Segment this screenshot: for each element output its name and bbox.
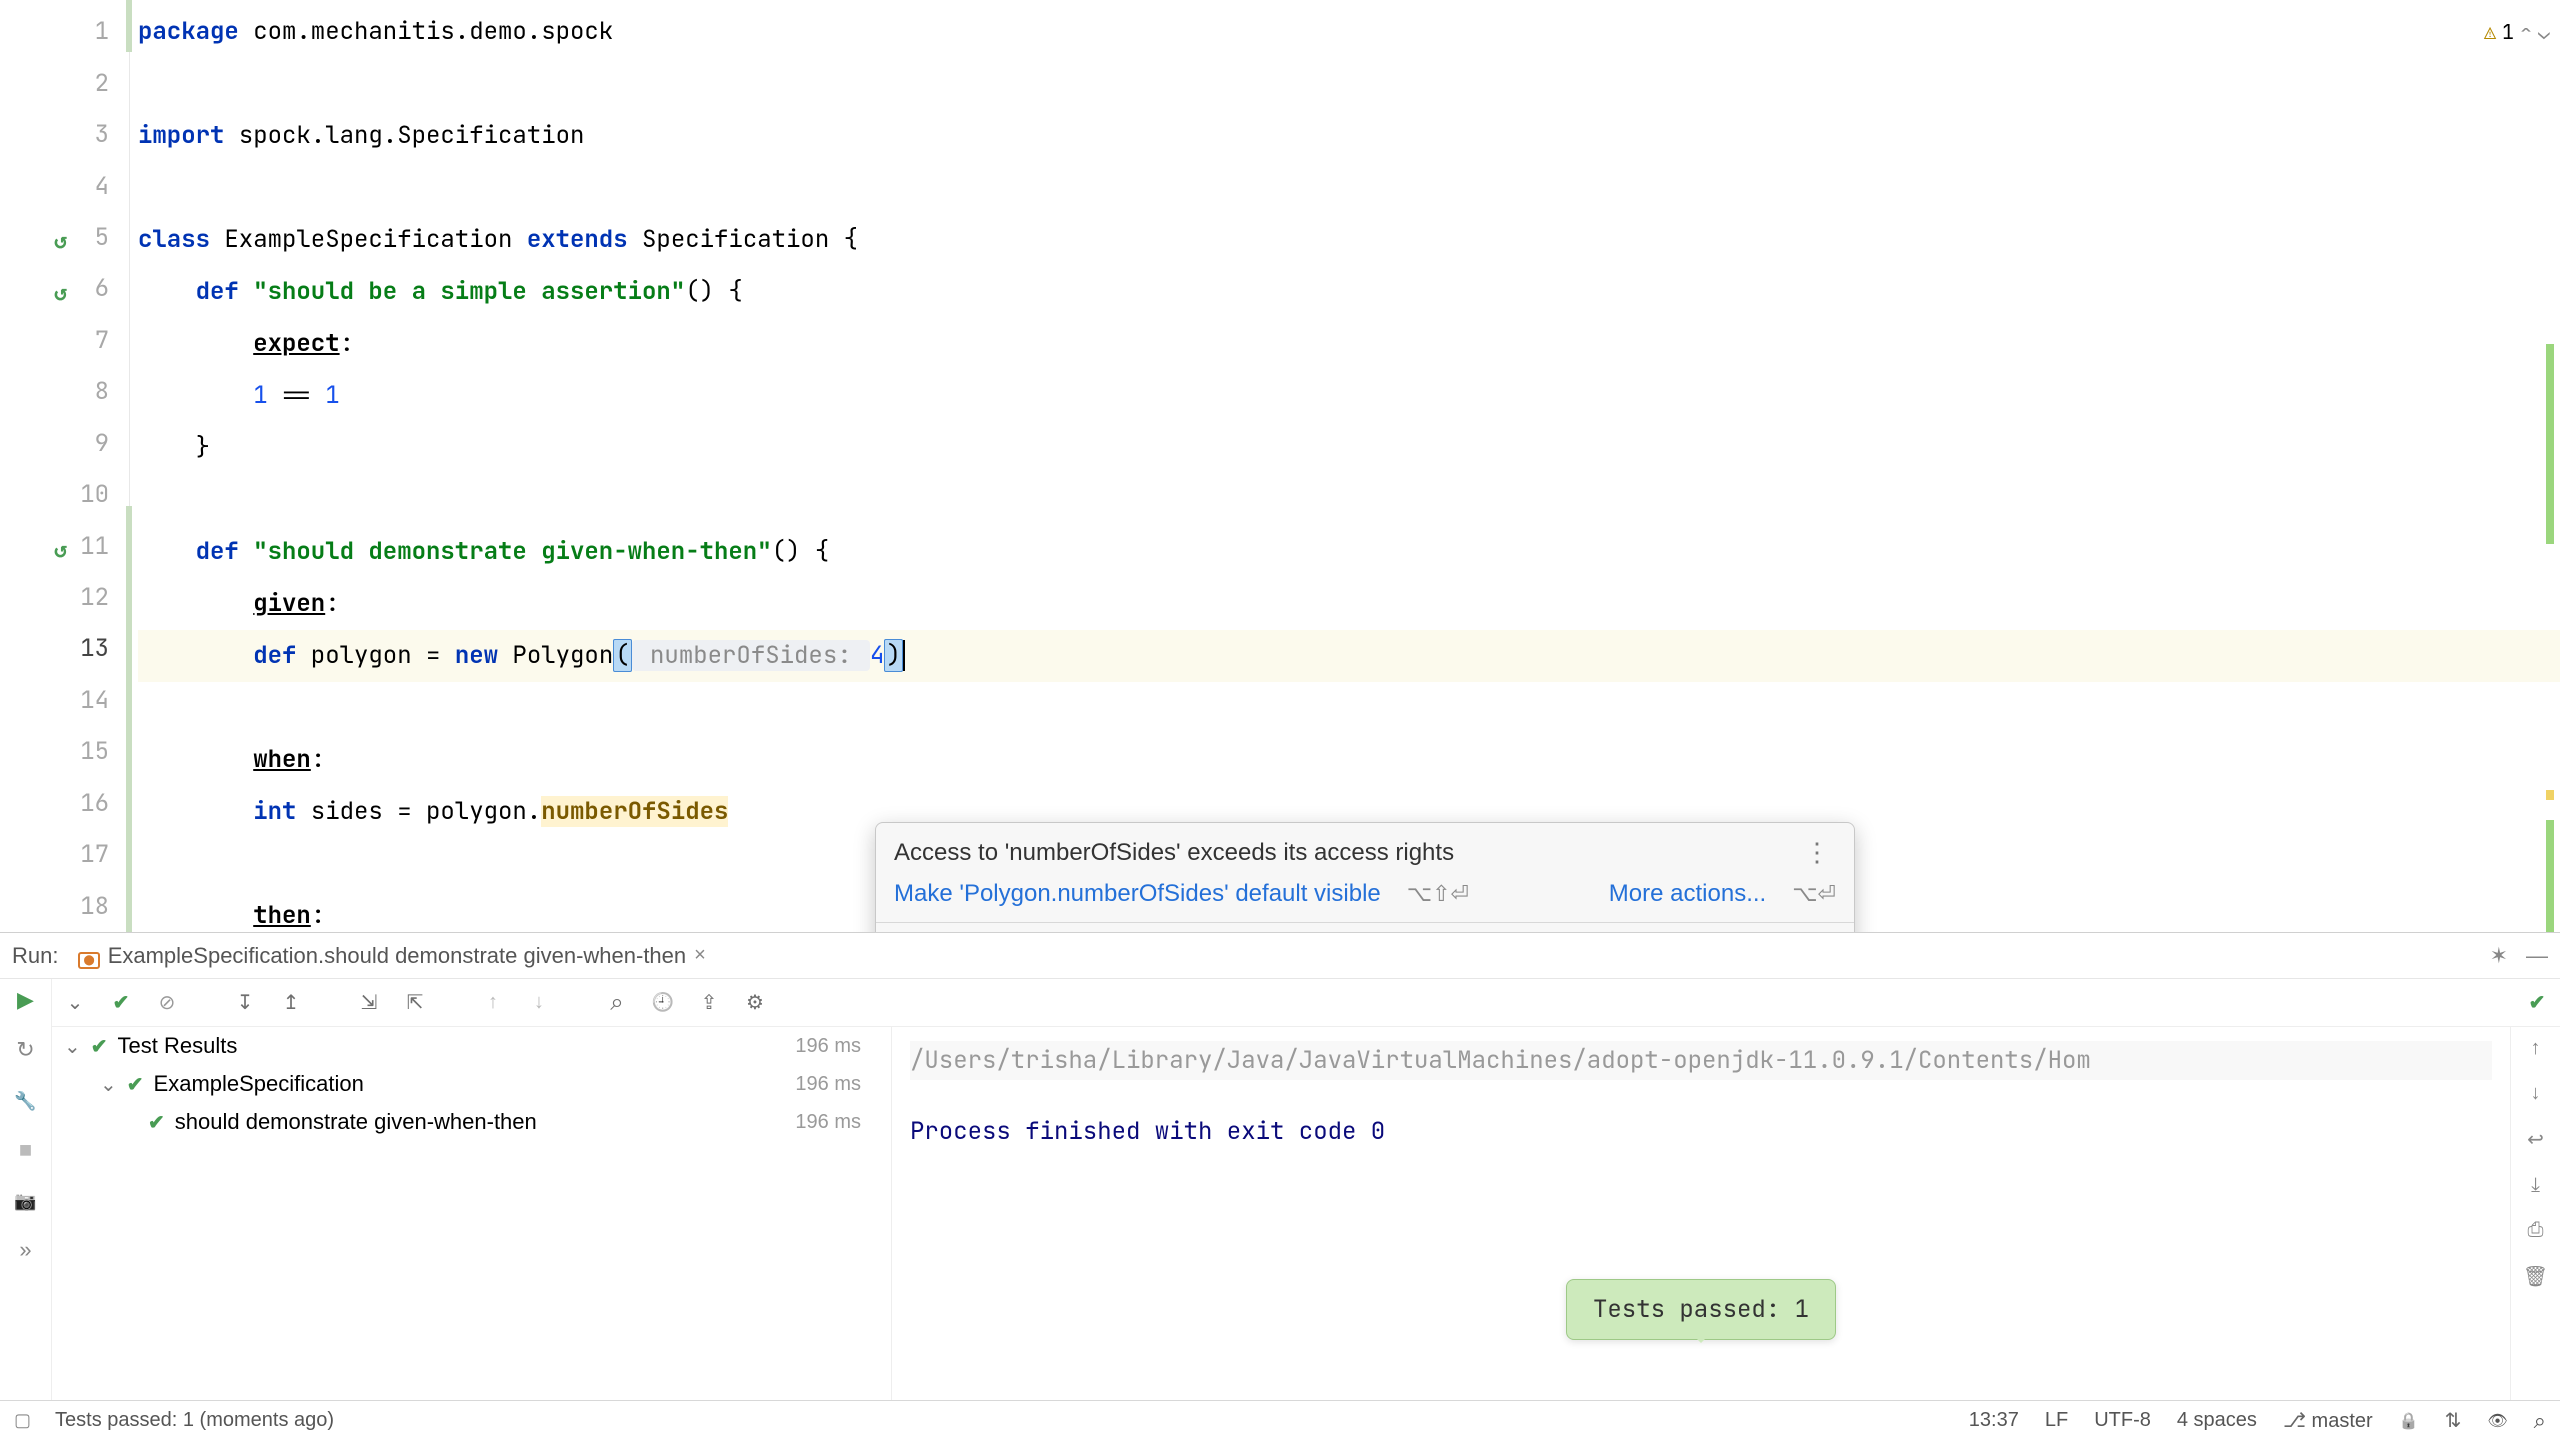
line-number[interactable]: 18: [0, 880, 129, 931]
dump-button[interactable]: [14, 1187, 36, 1213]
tree-test-row[interactable]: should demonstrate given-when-then 196 m…: [52, 1103, 891, 1141]
chevron-down-icon[interactable]: [64, 1033, 81, 1059]
test-tree[interactable]: Test Results 196 ms ExampleSpecification…: [52, 1027, 892, 1400]
line-number[interactable]: 13: [0, 623, 129, 674]
show-passed-toggle[interactable]: [108, 990, 134, 1015]
line-number[interactable]: 9: [0, 418, 129, 469]
show-ignored-toggle[interactable]: [154, 990, 180, 1015]
warning-underline[interactable]: numberOfSides: [541, 796, 728, 827]
line-number[interactable]: 7: [0, 315, 129, 366]
tests-passed-toast: Tests passed: 1: [1566, 1279, 1836, 1340]
prev-failed-button[interactable]: [480, 991, 506, 1014]
pass-icon: [91, 1033, 108, 1059]
console-exit-line: Process finished with exit code 0: [910, 1116, 2492, 1147]
console-toolbar: ↑ ↓ ↩ ⤓ ⎙ 🗑: [2510, 1027, 2560, 1400]
chevron-down-icon[interactable]: [100, 1071, 117, 1097]
expand-tree-icon[interactable]: ⌄: [62, 990, 88, 1015]
run-side-toolbar: [0, 979, 52, 1400]
code-editor[interactable]: package com.mechanitis.demo.spock import…: [130, 0, 2560, 932]
scroll-up-icon[interactable]: ↑: [2531, 1037, 2541, 1060]
lock-icon[interactable]: [2399, 1409, 2419, 1432]
run-config-icon: [78, 943, 99, 969]
next-failed-button[interactable]: [526, 991, 552, 1014]
test-settings-button[interactable]: [742, 990, 768, 1015]
quick-fix-link[interactable]: Make 'Polygon.numberOfSides' default vis…: [894, 880, 1381, 908]
close-icon[interactable]: ×: [694, 944, 706, 967]
inspection-popup: Access to 'numberOfSides' exceeds its ac…: [875, 822, 1855, 932]
kebab-menu-icon[interactable]: ⋮: [1798, 837, 1836, 868]
caret-position[interactable]: 13:37: [1969, 1409, 2019, 1432]
run-test-icon[interactable]: [54, 277, 78, 301]
sync-icon[interactable]: [2445, 1408, 2462, 1433]
expand-all-button[interactable]: [356, 990, 382, 1015]
line-separator[interactable]: LF: [2045, 1409, 2068, 1432]
run-test-icon[interactable]: [54, 534, 78, 558]
history-button[interactable]: [650, 991, 676, 1014]
shortcut-hint: ⌥⏎: [1792, 881, 1836, 907]
scroll-to-end-icon[interactable]: ⤓: [2531, 1174, 2540, 1197]
line-number[interactable]: 5: [0, 212, 129, 263]
settings-button[interactable]: [14, 1087, 36, 1113]
collapse-all-button[interactable]: [402, 990, 428, 1015]
run-header: Run: ExampleSpecification.should demonst…: [0, 933, 2560, 979]
status-message: Tests passed: 1 (moments ago): [55, 1409, 334, 1432]
clear-icon[interactable]: 🗑: [2523, 1264, 2548, 1289]
sort-up-button[interactable]: [278, 990, 304, 1015]
indent-setting[interactable]: 4 spaces: [2177, 1409, 2257, 1432]
line-number[interactable]: 6: [0, 263, 129, 314]
line-number[interactable]: 3: [0, 109, 129, 160]
inspection-message: Access to 'numberOfSides' exceeds its ac…: [894, 839, 1454, 867]
soft-wrap-icon[interactable]: ↩: [2527, 1127, 2544, 1152]
more-actions-link[interactable]: More actions...: [1609, 880, 1766, 908]
scroll-down-icon[interactable]: ↓: [2531, 1082, 2541, 1105]
stop-button[interactable]: [19, 1137, 32, 1163]
search-button[interactable]: [604, 989, 630, 1017]
warning-icon: ⚠: [2484, 6, 2496, 58]
print-icon[interactable]: ⎙: [2528, 1219, 2544, 1242]
line-number[interactable]: 12: [0, 572, 129, 623]
line-number[interactable]: 10: [0, 469, 129, 520]
line-number[interactable]: 2: [0, 57, 129, 108]
line-number[interactable]: 17: [0, 829, 129, 880]
shortcut-hint: ⌥⇧⏎: [1407, 881, 1469, 907]
tree-spec-row[interactable]: ExampleSpecification 196 ms: [52, 1065, 891, 1103]
line-number[interactable]: 8: [0, 366, 129, 417]
export-button[interactable]: [696, 990, 722, 1015]
inspection-eye-icon[interactable]: [2487, 1409, 2507, 1432]
warning-count: 1: [2502, 6, 2514, 58]
test-toolbar: ⌄: [52, 979, 2560, 1027]
editor-area: 1 2 3 4 5 6 7 8 9 10 11 12 13 14 15 16 1…: [0, 0, 2560, 932]
line-number[interactable]: 16: [0, 778, 129, 829]
sort-down-button[interactable]: [232, 990, 258, 1015]
chevron-up-icon[interactable]: ⌃: [2520, 6, 2532, 58]
line-number[interactable]: 4: [0, 160, 129, 211]
editor-gutter: 1 2 3 4 5 6 7 8 9 10 11 12 13 14 15 16 1…: [0, 0, 130, 932]
run-config-tab[interactable]: ExampleSpecification.should demonstrate …: [70, 939, 713, 973]
run-button[interactable]: [17, 987, 34, 1013]
more-button[interactable]: [19, 1237, 31, 1263]
run-tool-window: Run: ExampleSpecification.should demonst…: [0, 932, 2560, 1400]
rerun-button[interactable]: [16, 1037, 34, 1063]
file-encoding[interactable]: UTF-8: [2094, 1409, 2151, 1432]
tree-root-row[interactable]: Test Results 196 ms: [52, 1027, 891, 1065]
run-test-icon[interactable]: [54, 225, 78, 249]
line-number[interactable]: 15: [0, 726, 129, 777]
status-passed-icon: [2524, 990, 2550, 1015]
pass-icon: [127, 1071, 144, 1097]
console-command: /Users/trisha/Library/Java/JavaVirtualMa…: [910, 1041, 2492, 1080]
minimize-icon[interactable]: —: [2526, 943, 2548, 969]
line-number[interactable]: 14: [0, 675, 129, 726]
gear-icon[interactable]: ✶: [2490, 943, 2508, 969]
status-bar: Tests passed: 1 (moments ago) 13:37 LF U…: [0, 1400, 2560, 1440]
run-label: Run:: [12, 943, 58, 969]
git-branch[interactable]: master: [2283, 1408, 2373, 1433]
error-stripe[interactable]: [2540, 0, 2560, 932]
pass-icon: [148, 1109, 165, 1135]
console-output[interactable]: /Users/trisha/Library/Java/JavaVirtualMa…: [892, 1027, 2510, 1400]
tool-windows-toggle[interactable]: [14, 1409, 31, 1432]
search-icon[interactable]: [2534, 1408, 2546, 1434]
line-number[interactable]: 11: [0, 520, 129, 571]
line-number[interactable]: 1: [0, 6, 129, 57]
